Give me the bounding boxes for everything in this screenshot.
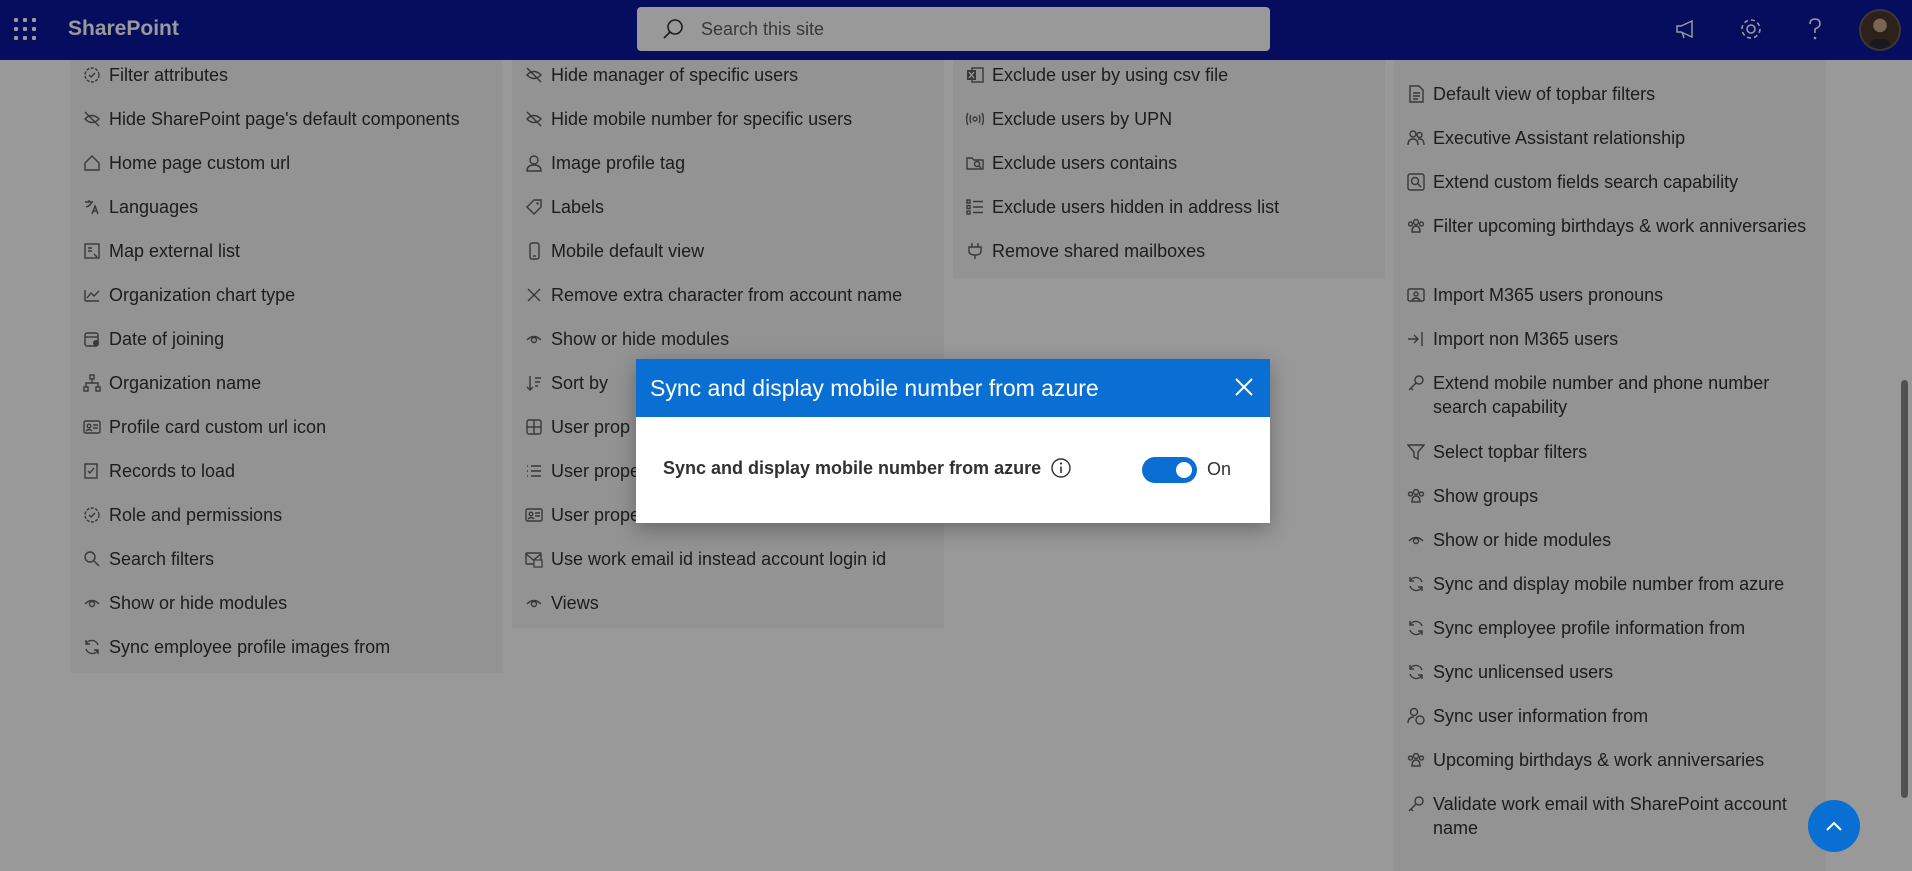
close-button[interactable] [1230, 373, 1258, 401]
back-to-top-button[interactable] [1808, 800, 1860, 852]
dialog-header: Sync and display mobile number from azur… [636, 359, 1270, 417]
info-icon[interactable] [1050, 457, 1072, 479]
dialog-body: Sync and display mobile number from azur… [636, 417, 1270, 523]
toggle-thumb [1176, 462, 1192, 478]
toggle-state-label: On [1207, 459, 1232, 479]
sync-mobile-toggle[interactable] [1142, 457, 1197, 483]
dialog-title: Sync and display mobile number from azur… [650, 375, 1099, 401]
chevron-up-icon [1826, 821, 1842, 831]
close-icon [1235, 378, 1253, 396]
settings-dialog: Sync and display mobile number from azur… [636, 359, 1270, 523]
setting-label: Sync and display mobile number from azur… [663, 458, 1042, 478]
